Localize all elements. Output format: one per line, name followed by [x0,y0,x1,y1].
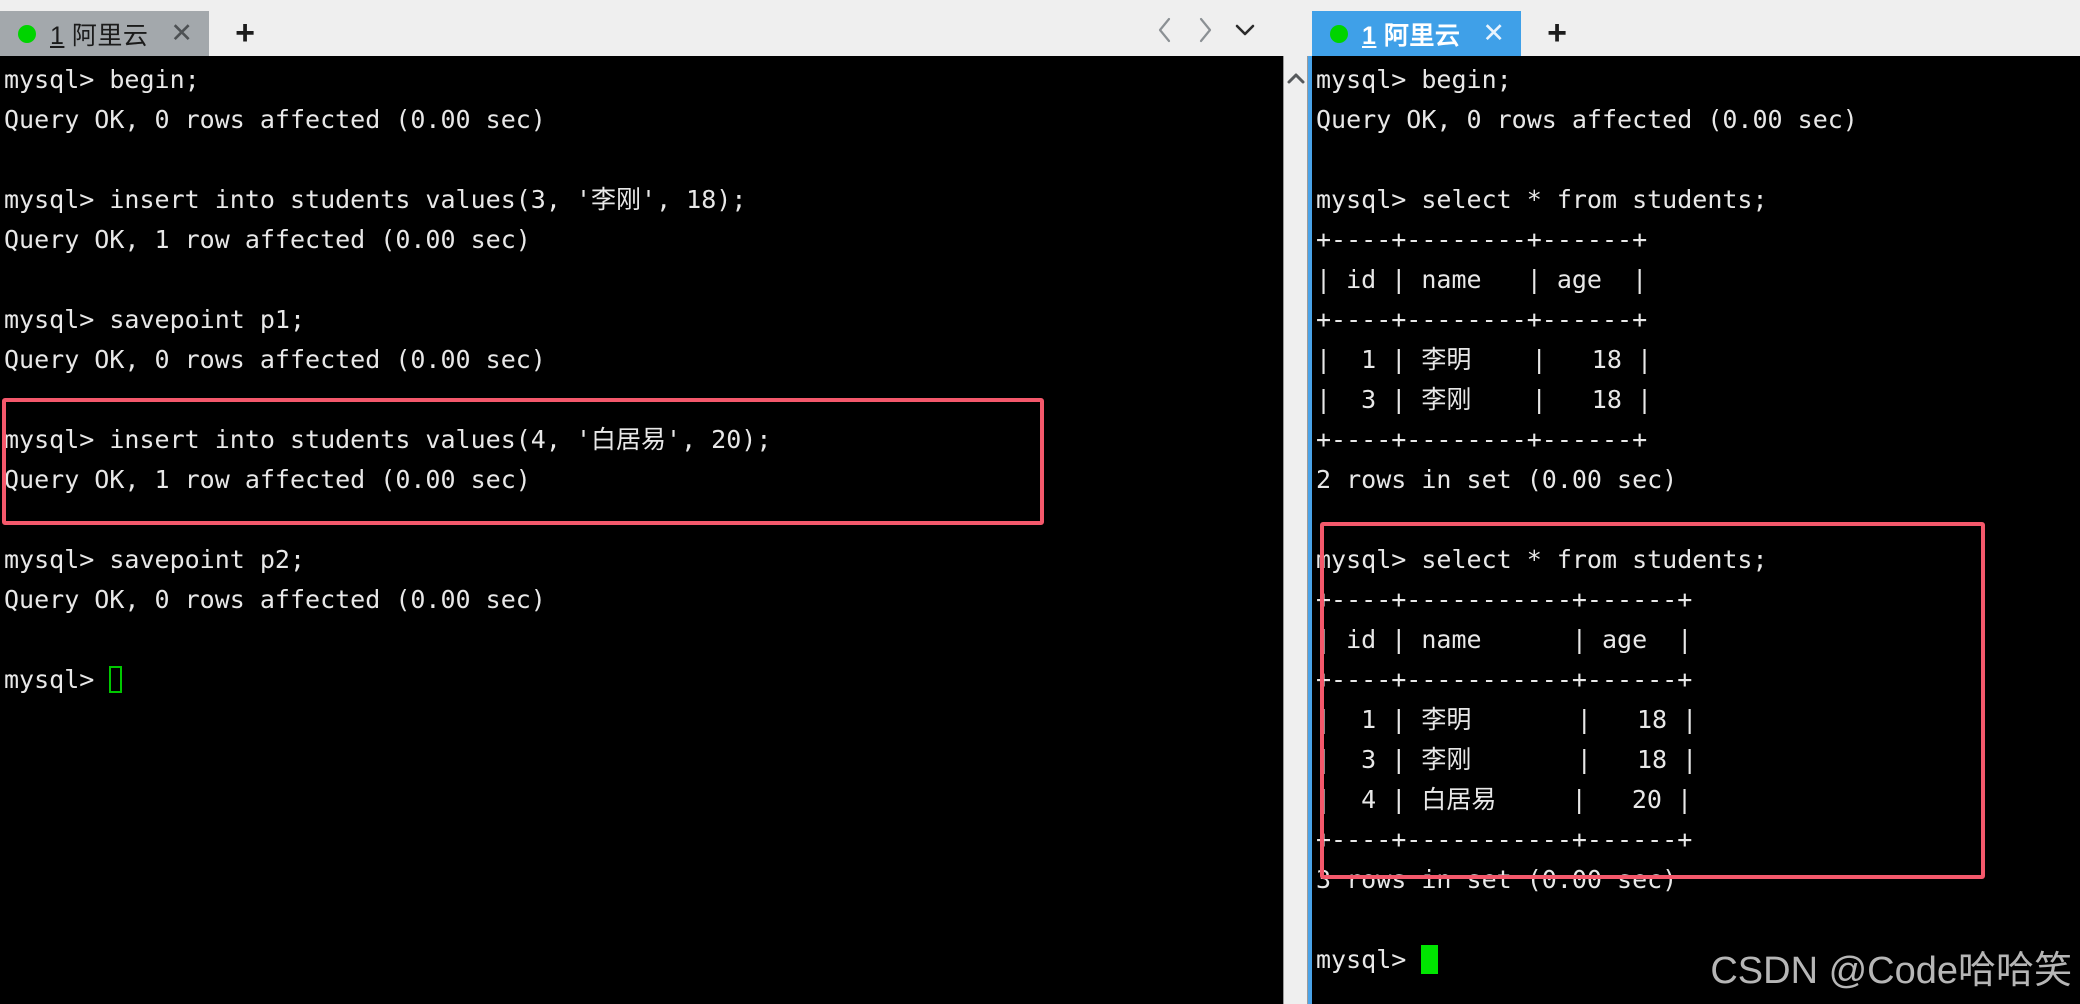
tab-title-left: 阿里云 [71,21,149,50]
terminal-line: | 3 | 李刚 | 18 | [1316,385,1652,414]
cjk-text: 白居易 [1421,785,1497,814]
left-tab-bar: 1 阿里云 ✕ + [0,0,1308,56]
terminal-pane-left[interactable]: mysql> begin; Query OK, 0 rows affected (… [0,56,1283,1004]
watermark: CSDN @Code哈哈笑 [1710,950,2072,992]
terminal-line: 3 rows in set (0.00 sec) [1316,865,1678,894]
terminal-output-left: mysql> begin; Query OK, 0 rows affected (… [0,56,771,700]
terminal-cursor [1421,945,1439,974]
new-tab-button-right[interactable]: + [1537,13,1577,53]
terminal-line: Query OK, 1 row affected (0.00 sec) [4,225,531,254]
terminal-line: mysql> select * from students; [1316,545,1768,574]
back-chevron-icon[interactable] [1148,13,1182,47]
terminal-pane-right[interactable]: mysql> begin; Query OK, 0 rows affected (… [1312,56,2080,1004]
terminal-line: mysql> savepoint p2; [4,545,306,574]
terminal-line: Query OK, 0 rows affected (0.00 sec) [4,345,546,374]
terminal-line: +----+-----------+------+ [1316,665,1693,694]
cjk-text: 白居易 [591,425,667,454]
tab-nav-controls [1148,13,1262,47]
terminal-line: | 3 | 李刚 | 18 | [1316,745,1698,774]
tab-label-right: 1 阿里云 [1362,16,1460,52]
terminal-line: 2 rows in set (0.00 sec) [1316,465,1678,494]
terminal-line: Query OK, 0 rows affected (0.00 sec) [4,105,546,134]
tab-status-dot-icon [18,24,36,43]
tab-title-right: 阿里云 [1383,21,1461,50]
terminal-line: +----+-----------+------+ [1316,825,1693,854]
terminal-line: mysql> savepoint p1; [4,305,306,334]
terminal-line: Query OK, 0 rows affected (0.00 sec) [4,585,546,614]
right-tab-bar: 1 阿里云 ✕ + [1312,0,2080,56]
scrollbar-left-pane[interactable] [1283,56,1308,1004]
scroll-up-chevron-icon[interactable] [1284,66,1307,90]
terminal-line: Query OK, 1 row affected (0.00 sec) [4,465,531,494]
terminal-line: mysql> begin; [4,65,200,94]
new-tab-button-left[interactable]: + [225,13,265,53]
terminal-line: +----+--------+------+ [1316,225,1648,254]
close-icon[interactable]: ✕ [170,20,193,47]
terminal-line: +----+--------+------+ [1316,305,1648,334]
terminal-output-right: mysql> begin; Query OK, 0 rows affected (… [1312,56,1858,980]
terminal-app-window: 1 阿里云 ✕ + 1 阿里云 ✕ + mysql> begin; Query O… [0,0,2080,1004]
terminal-line: mysql> begin; [1316,65,1512,94]
tab-label-left: 1 阿里云 [50,16,148,52]
terminal-line: +----+-----------+------+ [1316,585,1693,614]
terminal-line: | 1 | 李明 | 18 | [1316,345,1652,374]
terminal-line: Query OK, 0 rows affected (0.00 sec) [1316,105,1858,134]
cjk-text: 李刚 [591,185,642,214]
terminal-line: mysql> insert into students values(4, '白… [4,425,772,454]
cjk-text: 李刚 [1421,745,1472,774]
terminal-line: mysql> [4,660,771,700]
cjk-text: 李刚 [1421,385,1472,414]
terminal-cursor [109,666,123,693]
terminal-line: | 4 | 白居易 | 20 | [1316,785,1693,814]
terminal-line: mysql> insert into students values(3, '李… [4,185,747,214]
cjk-text: 李明 [1421,345,1472,374]
forward-chevron-icon[interactable] [1188,13,1222,47]
tab-aliyun-right[interactable]: 1 阿里云 ✕ [1312,11,1521,56]
terminal-line: mysql> select * from students; [1316,185,1768,214]
terminal-line: | id | name | age | [1316,625,1693,654]
tab-status-dot-icon [1330,24,1348,43]
terminal-line: | 1 | 李明 | 18 | [1316,705,1698,734]
chevron-down-icon[interactable] [1228,13,1262,47]
cjk-text: 李明 [1421,705,1472,734]
terminal-line: | id | name | age | [1316,265,1648,294]
tab-aliyun-left[interactable]: 1 阿里云 ✕ [0,11,209,56]
terminal-line: +----+--------+------+ [1316,425,1648,454]
tab-number-left: 1 [50,21,65,50]
tab-number-right: 1 [1362,21,1377,50]
close-icon[interactable]: ✕ [1482,20,1505,47]
